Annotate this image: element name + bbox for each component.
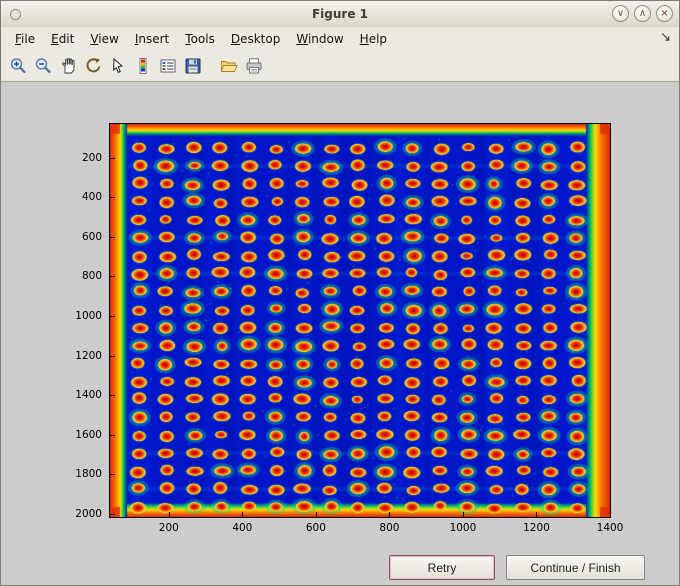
x-tick-mark (242, 512, 244, 517)
y-tick-label: 1400 (75, 389, 102, 402)
colorbar-icon (133, 56, 153, 76)
menu-item-tools[interactable]: Tools (177, 29, 223, 49)
retry-button[interactable]: Retry (389, 555, 495, 580)
x-tick-label: 200 (158, 522, 179, 534)
minimize-button[interactable]: ∨ (612, 5, 629, 22)
open-folder-icon (219, 56, 239, 76)
x-tick-label: 400 (232, 522, 253, 534)
x-tick-mark (168, 512, 170, 517)
pan-icon (58, 56, 78, 76)
menu-item-desktop[interactable]: Desktop (223, 29, 289, 49)
y-tick-label: 1800 (75, 468, 102, 481)
y-tick-mark (110, 395, 115, 397)
zoom-in-button[interactable] (6, 54, 30, 78)
y-tick-label: 1000 (75, 310, 102, 323)
menu-item-window[interactable]: Window (288, 29, 351, 49)
x-tick-mark (389, 512, 391, 517)
x-tick-label: 600 (305, 522, 326, 534)
toolbar (1, 50, 679, 82)
y-tick-mark (110, 514, 115, 516)
y-tick-label: 800 (81, 270, 102, 283)
window-title: Figure 1 (311, 7, 369, 21)
print-button[interactable] (242, 54, 266, 78)
colorbar-button[interactable] (131, 54, 155, 78)
window-controls: ∨ ∧ × (612, 5, 673, 22)
zoom-out-button[interactable] (31, 54, 55, 78)
y-tick-label: 400 (81, 191, 102, 204)
print-icon (244, 56, 264, 76)
data-cursor-icon (108, 56, 128, 76)
menu-item-edit[interactable]: Edit (43, 29, 82, 49)
zoom-in-icon (8, 56, 28, 76)
y-tick-label: 600 (81, 230, 102, 243)
y-tick-mark (110, 355, 115, 357)
x-tick-label: 1200 (523, 522, 550, 534)
pan-button[interactable] (56, 54, 80, 78)
x-tick-label: 1000 (449, 522, 477, 534)
close-button[interactable]: × (656, 5, 673, 22)
axes: 200 400 600 800 1000 1200 1400 200 400 600 800 1000… (75, 123, 623, 534)
y-tick-mark (110, 157, 115, 159)
x-tick-mark (536, 512, 538, 517)
save-icon (183, 56, 203, 76)
y-tick-mark (110, 434, 115, 436)
menu-item-view[interactable]: View (82, 29, 126, 49)
x-tick-label: 800 (379, 522, 400, 534)
y-tick-label: 2000 (75, 508, 102, 521)
menu-item-help[interactable]: Help (352, 29, 395, 49)
dock-figure-button[interactable]: ↘ (660, 30, 671, 45)
y-tick-label: 200 (81, 151, 102, 164)
figure-canvas-area: 200 400 600 800 1000 1200 1400 200 400 600 800 1000… (1, 82, 679, 585)
menu-item-insert[interactable]: Insert (127, 29, 177, 49)
x-tick-mark (610, 512, 611, 517)
menu-item-file[interactable]: File (7, 29, 43, 49)
y-tick-label: 1200 (75, 349, 102, 362)
rotate-3d-button[interactable] (81, 54, 105, 78)
save-button[interactable] (181, 54, 205, 78)
legend-icon (158, 56, 178, 76)
y-tick-mark (110, 236, 115, 238)
x-tick-mark (462, 512, 464, 517)
continue-finish-button[interactable]: Continue / Finish (506, 555, 645, 580)
figure-window: Figure 1 ∨ ∧ × File Edit View Insert Tools De… (0, 0, 680, 586)
open-folder-button[interactable] (217, 54, 241, 78)
data-cursor-button[interactable] (106, 54, 130, 78)
y-tick-mark (110, 276, 115, 278)
x-tick-label: 1400 (596, 522, 624, 534)
y-tick-mark (110, 474, 115, 476)
y-tick-mark (110, 316, 115, 318)
x-tick-mark (315, 512, 317, 517)
y-tick-mark (110, 197, 115, 199)
menubar-items: File Edit View Insert Tools Desktop Window Help (1, 27, 679, 50)
y-tick-label: 1600 (75, 428, 102, 441)
titlebar[interactable]: Figure 1 ∨ ∧ × (1, 1, 679, 28)
rotate-3d-icon (83, 56, 103, 76)
zoom-out-icon (33, 56, 53, 76)
legend-button[interactable] (156, 54, 180, 78)
maximize-button[interactable]: ∧ (634, 5, 651, 22)
window-menu-icon[interactable] (10, 9, 21, 20)
plot-image[interactable] (110, 124, 610, 517)
